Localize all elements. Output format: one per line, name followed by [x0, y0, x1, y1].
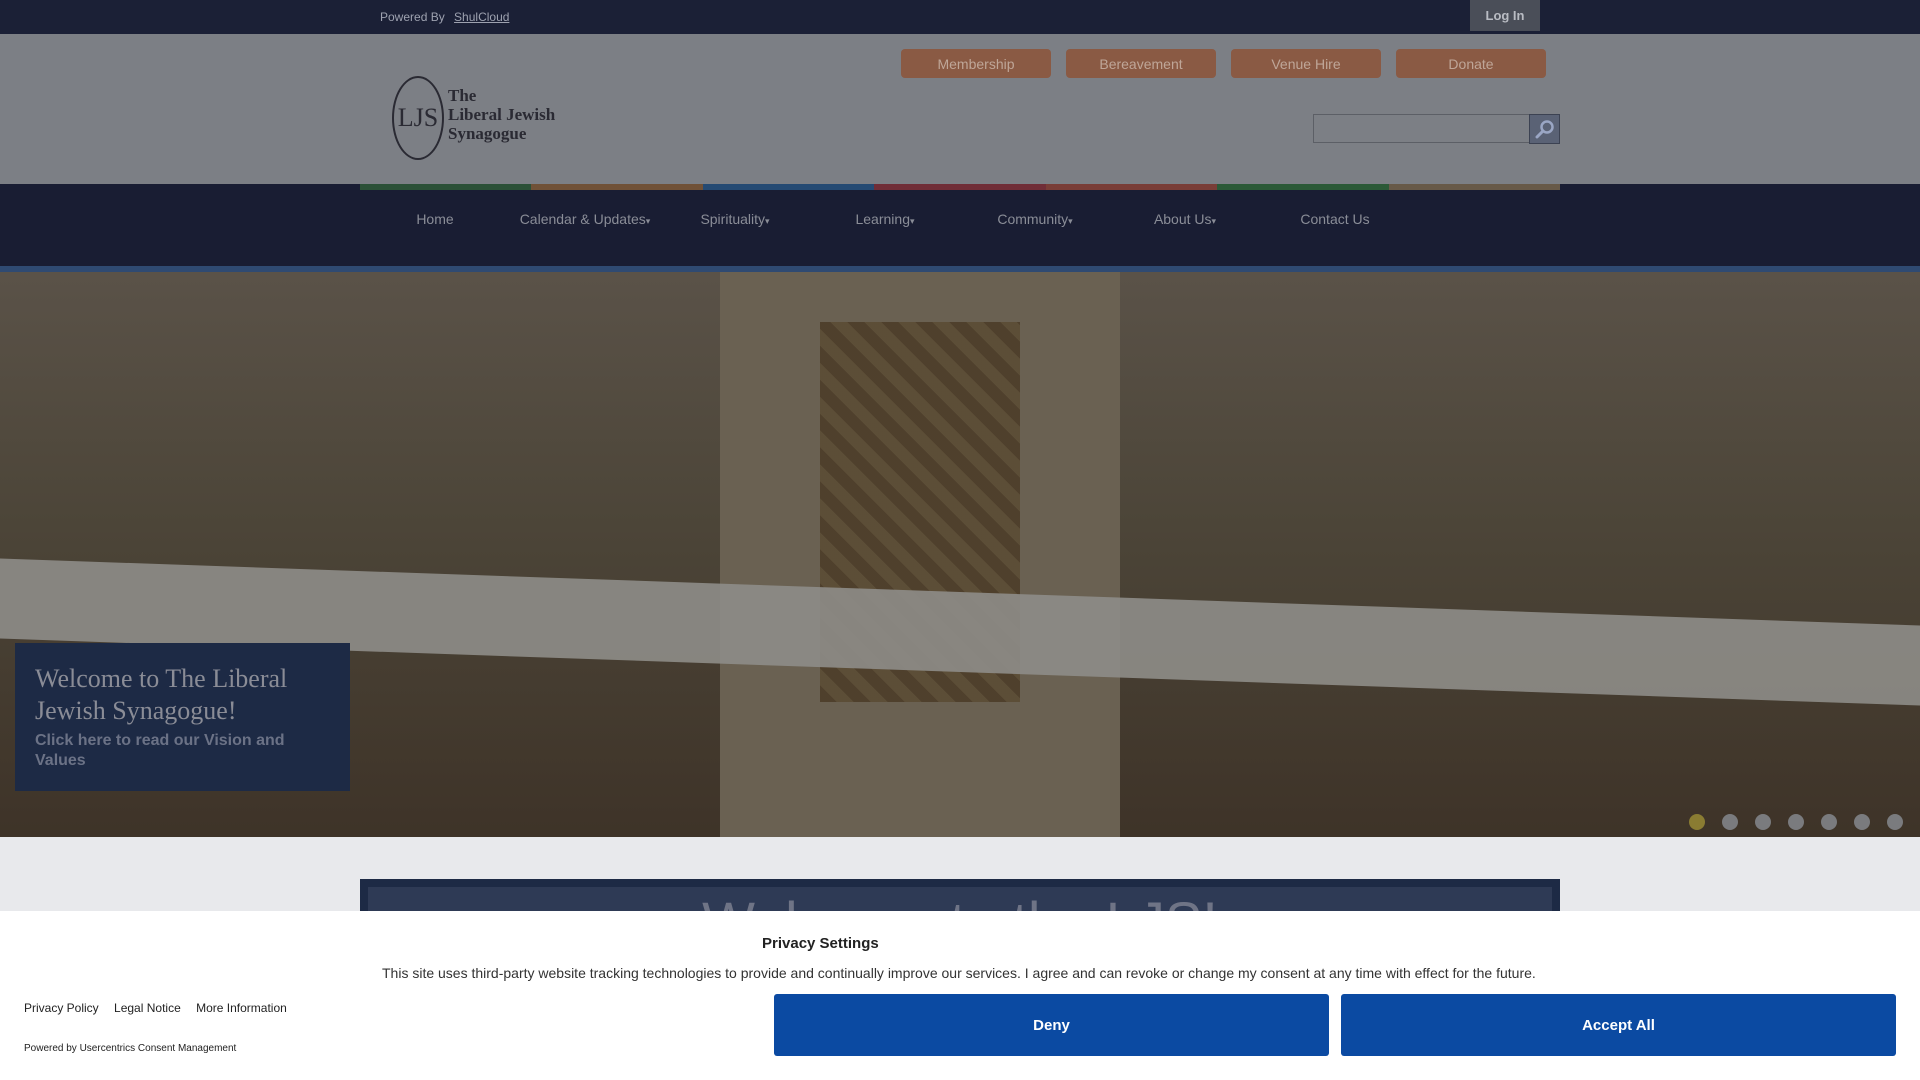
search-button[interactable]	[1529, 114, 1560, 144]
nav-label: About Us	[1153, 211, 1212, 227]
logo-wordmark: The Liberal Jewish Synagogue	[448, 86, 555, 143]
privacy-policy-link[interactable]: Privacy Policy	[24, 1001, 99, 1015]
nav-label: Learning	[855, 211, 910, 227]
nav-calendar-updates[interactable]: Calendar & Updates▾	[510, 211, 660, 229]
chevron-down-icon: ▾	[645, 216, 651, 226]
nav-color-bars	[360, 184, 1560, 190]
hero-caption[interactable]: Welcome to The Liberal Jewish Synagogue!…	[15, 643, 350, 791]
chevron-down-icon: ▾	[765, 216, 770, 226]
site-logo[interactable]: LJS The Liberal Jewish Synagogue	[392, 76, 572, 162]
deny-button[interactable]: Deny	[774, 994, 1329, 1056]
chevron-down-icon: ▾	[1211, 216, 1217, 226]
nav-label: Contact Us	[1300, 211, 1370, 227]
privacy-settings-text: This site uses third-party website track…	[382, 965, 1536, 981]
color-bar	[702, 184, 875, 190]
nav-community[interactable]: Community▾	[960, 211, 1110, 229]
slide-dot[interactable]	[1788, 814, 1804, 830]
slide-dot[interactable]	[1755, 814, 1771, 830]
privacy-links: Privacy Policy Legal Notice More Informa…	[24, 1001, 299, 1015]
more-information-link[interactable]: More Information	[196, 1001, 287, 1015]
search-icon	[1535, 120, 1554, 139]
nav-about-us[interactable]: About Us▾	[1110, 211, 1260, 229]
welcome-heading: Welcome to the LJS!	[368, 887, 1552, 911]
chevron-down-icon: ▾	[1068, 216, 1073, 226]
bereavement-button[interactable]: Bereavement	[1066, 49, 1216, 78]
slide-dot[interactable]	[1854, 814, 1870, 830]
nav-label: Home	[416, 211, 454, 227]
slide-dot[interactable]	[1689, 814, 1705, 830]
membership-button[interactable]: Membership	[901, 49, 1051, 78]
color-bar	[1217, 184, 1389, 190]
donate-button[interactable]: Donate	[1396, 49, 1546, 78]
privacy-settings-title: Privacy Settings	[762, 935, 879, 952]
nav-spirituality[interactable]: Spirituality▾	[660, 211, 810, 229]
nav-learning[interactable]: Learning▾	[810, 211, 960, 229]
logo-line: The	[448, 86, 477, 105]
accept-all-button[interactable]: Accept All	[1341, 994, 1896, 1056]
logo-line: Synagogue	[448, 124, 527, 143]
top-bar: Powered By ShulCloud Log In	[0, 0, 1920, 34]
nav-label: Community	[997, 211, 1069, 227]
powered-by: Powered By ShulCloud	[380, 10, 509, 24]
nav-label: Spirituality	[700, 211, 766, 227]
slide-dot[interactable]	[1887, 814, 1903, 830]
shulcloud-link[interactable]: ShulCloud	[454, 10, 509, 24]
privacy-settings-banner: Privacy Settings This site uses third-pa…	[0, 911, 1920, 1080]
welcome-inner: Welcome to the LJS!	[368, 887, 1552, 911]
slide-dot[interactable]	[1821, 814, 1837, 830]
color-bar	[360, 184, 532, 190]
hero-caption-title: Welcome to The Liberal Jewish Synagogue!	[35, 664, 288, 725]
color-bar	[1045, 184, 1218, 190]
color-bar	[1388, 184, 1560, 190]
welcome-banner: Welcome to the LJS!	[360, 879, 1560, 911]
login-button[interactable]: Log In	[1470, 0, 1540, 31]
vision-values-link[interactable]: Click here to read our Vision and Values	[35, 731, 335, 771]
nav-label: Calendar & Updates	[519, 211, 646, 227]
chevron-down-icon: ▾	[909, 216, 915, 226]
color-bar	[531, 184, 703, 190]
consent-powered-by: Powered by Usercentrics Consent Manageme…	[24, 1043, 237, 1054]
slide-dot[interactable]	[1722, 814, 1738, 830]
venue-hire-button[interactable]: Venue Hire	[1231, 49, 1381, 78]
powered-by-label: Powered By	[380, 10, 445, 24]
legal-notice-link[interactable]: Legal Notice	[114, 1001, 181, 1015]
nav-home[interactable]: Home	[360, 211, 510, 229]
color-bar	[874, 184, 1046, 190]
logo-monogram: LJS	[392, 76, 444, 160]
logo-line: Liberal Jewish	[448, 105, 556, 124]
nav-contact-us[interactable]: Contact Us	[1260, 211, 1410, 229]
search-input[interactable]	[1313, 114, 1530, 143]
